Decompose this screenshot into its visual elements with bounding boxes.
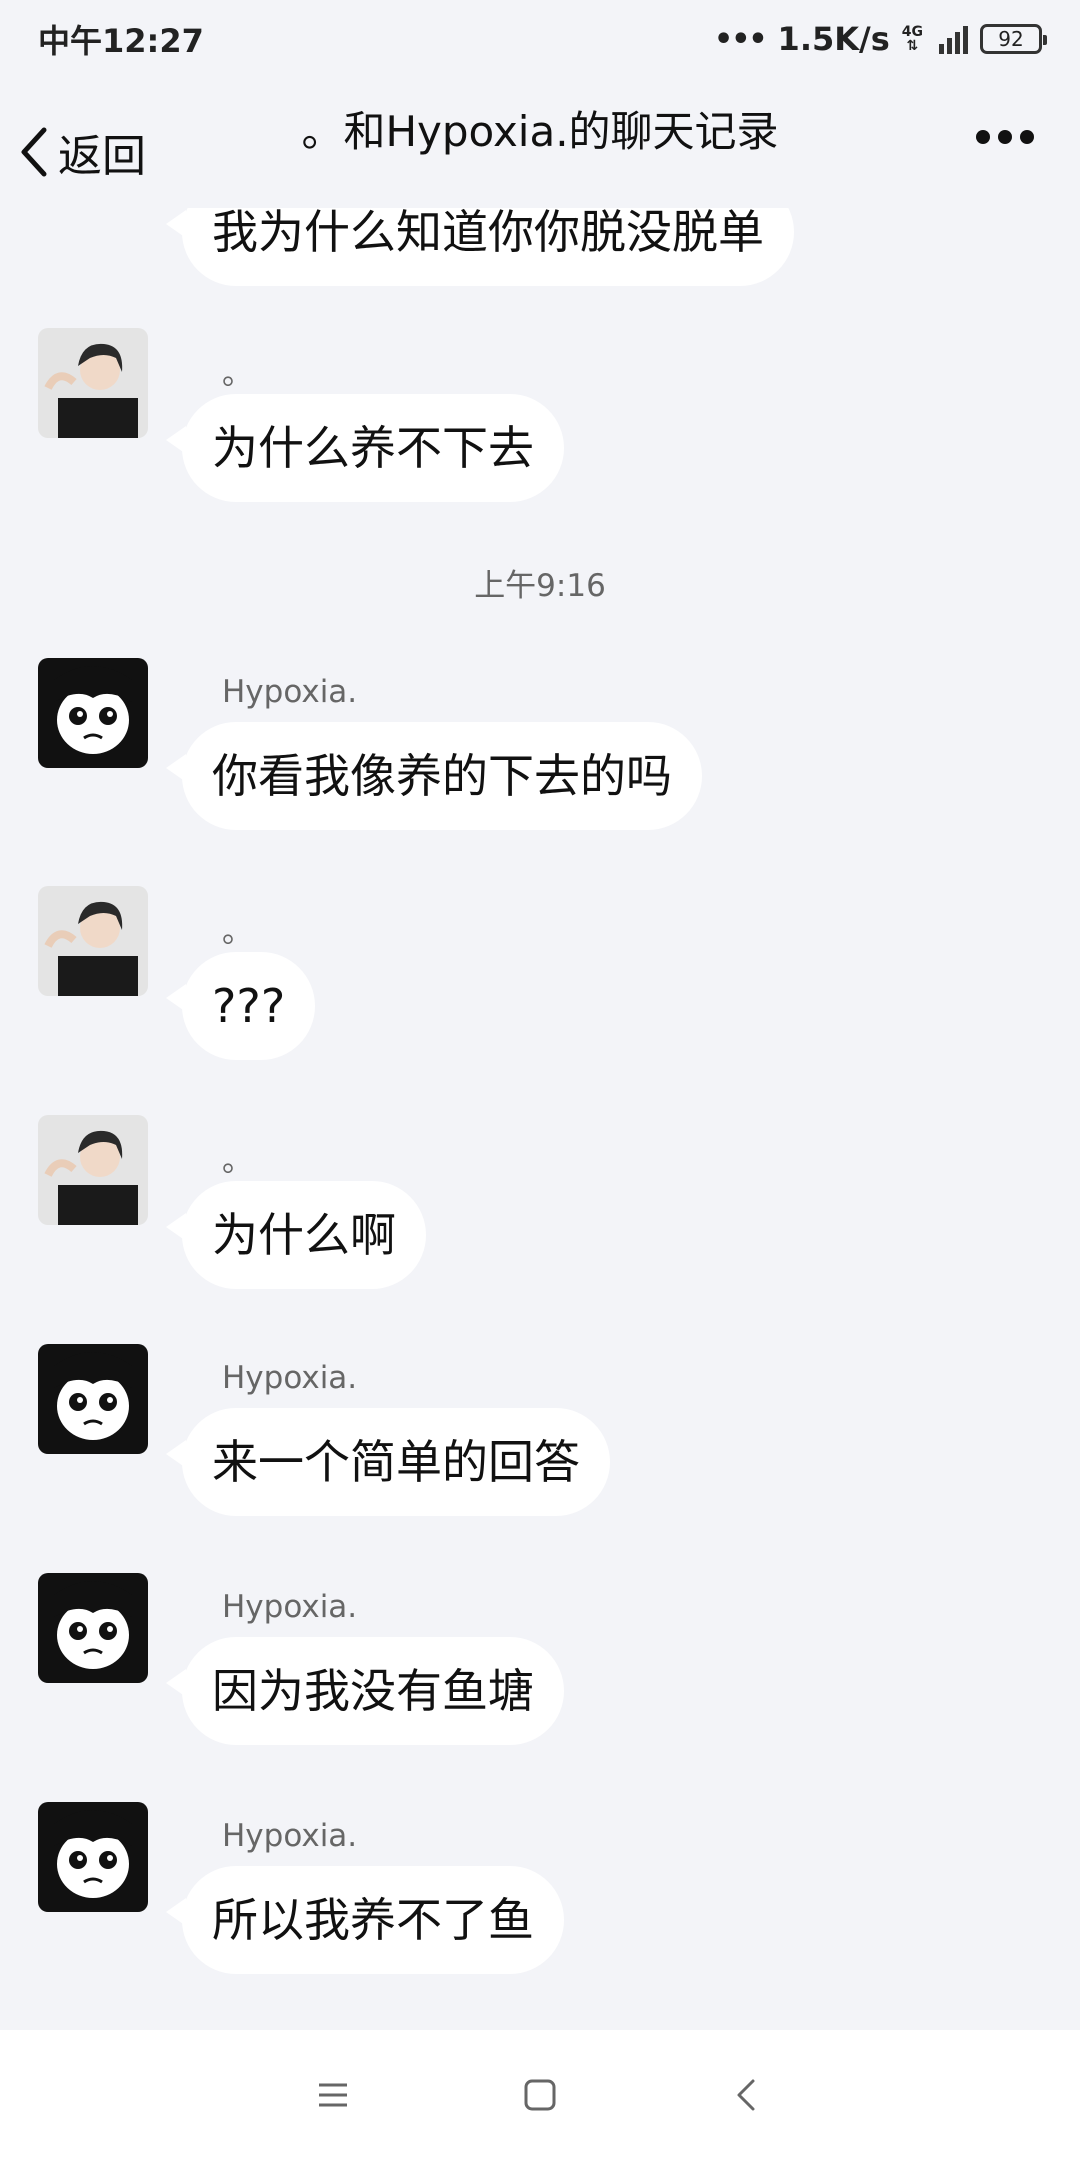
data-arrows-icon: ⇅ bbox=[906, 38, 919, 54]
system-nav-bar bbox=[0, 2030, 1080, 2160]
message-bubble[interactable]: 所以我养不了鱼 bbox=[166, 1866, 564, 1974]
message-text: 为什么养不下去 bbox=[212, 421, 534, 475]
message-text: 来一个简单的回答 bbox=[212, 1435, 580, 1489]
battery-level: 92 bbox=[998, 27, 1024, 51]
page-title: 。和Hypoxia.的聊天记录 bbox=[301, 107, 779, 156]
status-dots: ••• bbox=[714, 21, 768, 57]
timestamp: 上午9:16 bbox=[474, 568, 606, 604]
message-bubble[interactable]: 为什么啊 bbox=[166, 1181, 426, 1289]
avatar[interactable] bbox=[38, 1344, 148, 1454]
more-options-button[interactable] bbox=[976, 130, 1034, 144]
avatar[interactable] bbox=[38, 886, 148, 996]
menu-icon[interactable] bbox=[313, 2075, 353, 2115]
message-bubble[interactable]: 来一个简单的回答 bbox=[166, 1408, 610, 1516]
sender-name: 。 bbox=[222, 914, 253, 950]
message-text: 因为我没有鱼塘 bbox=[212, 1664, 534, 1718]
status-time: 中午12:27 bbox=[38, 22, 204, 60]
chat-header: 返回 。和Hypoxia.的聊天记录 bbox=[0, 78, 1080, 208]
home-icon[interactable] bbox=[520, 2075, 560, 2115]
avatar[interactable] bbox=[38, 1802, 148, 1912]
network-type-label: 4G bbox=[901, 24, 923, 40]
message-bubble[interactable]: ??? bbox=[165, 952, 316, 1060]
sender-name: 。 bbox=[222, 1143, 253, 1179]
message-text: 我为什么知道你你脱没脱单 bbox=[212, 208, 764, 259]
sender-name: Hypoxia. bbox=[222, 1360, 358, 1396]
network-type-icon: 4G ⇅ bbox=[902, 25, 923, 53]
sender-name: Hypoxia. bbox=[222, 1589, 358, 1625]
battery-icon: 92 bbox=[980, 24, 1047, 54]
status-indicators: ••• 1.5K/s 4G ⇅ 92 bbox=[714, 20, 1047, 58]
avatar[interactable] bbox=[38, 328, 148, 438]
sender-name: Hypoxia. bbox=[222, 1818, 358, 1854]
message-bubble[interactable]: 为什么养不下去 bbox=[166, 394, 564, 502]
sender-name: 。 bbox=[222, 356, 253, 392]
avatar[interactable] bbox=[38, 1573, 148, 1683]
message-text: ??? bbox=[212, 979, 286, 1033]
status-bar: 中午12:27 ••• 1.5K/s 4G ⇅ 92 bbox=[0, 0, 1080, 78]
signal-icon bbox=[939, 24, 968, 54]
avatar[interactable] bbox=[38, 658, 148, 768]
network-speed: 1.5K/s bbox=[777, 20, 890, 58]
message-text: 所以我养不了鱼 bbox=[212, 1893, 534, 1947]
message-text: 你看我像养的下去的吗 bbox=[212, 749, 672, 803]
avatar[interactable] bbox=[38, 1115, 148, 1225]
chat-history[interactable]: 我为什么知道你你脱没脱单 。 为什么养不下去 上午9:16 Hypoxia. 你… bbox=[0, 208, 1080, 2030]
message-bubble[interactable]: 我为什么知道你你脱没脱单 bbox=[166, 208, 794, 286]
message-bubble[interactable]: 因为我没有鱼塘 bbox=[166, 1637, 564, 1745]
message-text: 为什么啊 bbox=[212, 1208, 396, 1262]
back-icon[interactable] bbox=[727, 2075, 767, 2115]
sender-name: Hypoxia. bbox=[222, 674, 358, 710]
more-dots-icon bbox=[976, 130, 990, 144]
message-bubble[interactable]: 你看我像养的下去的吗 bbox=[166, 722, 702, 830]
